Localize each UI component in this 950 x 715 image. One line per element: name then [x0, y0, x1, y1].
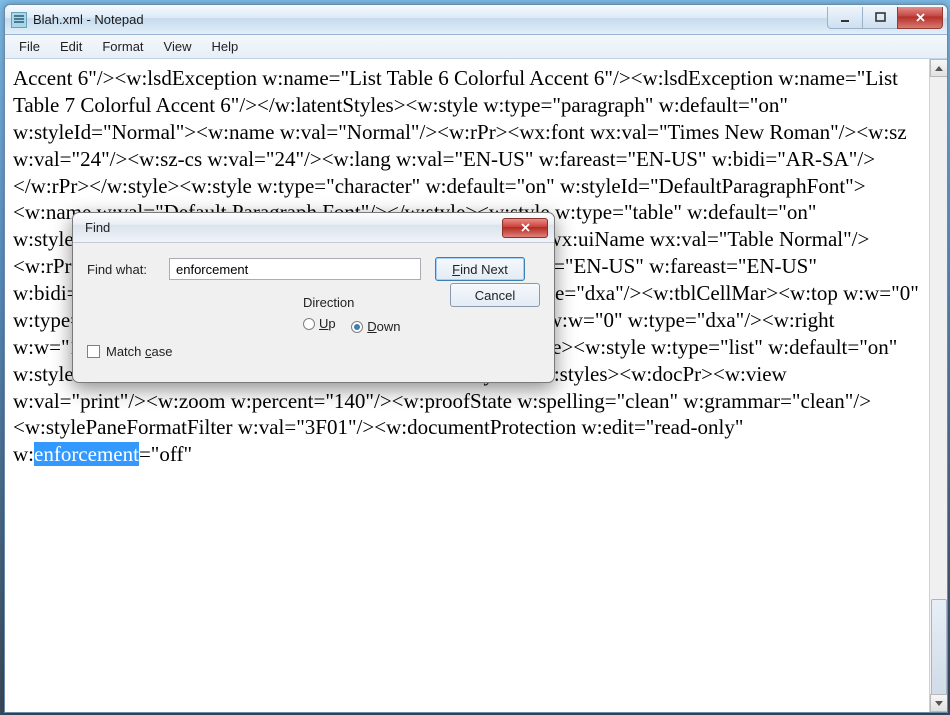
scroll-down-button[interactable]	[930, 694, 947, 712]
direction-down-radio[interactable]: Down	[351, 319, 400, 334]
match-case-label: Match case	[106, 344, 172, 359]
maximize-button[interactable]	[862, 7, 898, 29]
scroll-up-button[interactable]	[930, 59, 947, 77]
titlebar[interactable]: Blah.xml - Notepad	[5, 5, 947, 35]
find-dialog-title: Find	[85, 220, 502, 235]
find-dialog-titlebar[interactable]: Find	[73, 213, 554, 243]
find-what-label: Find what:	[87, 262, 169, 277]
text-post: ="off"	[139, 442, 192, 466]
window-title: Blah.xml - Notepad	[33, 12, 828, 27]
menu-file[interactable]: File	[9, 37, 50, 56]
find-dialog: Find Find what: Find Next Direction Up D…	[72, 212, 555, 383]
find-what-input[interactable]	[169, 258, 421, 280]
text-area[interactable]: Accent 6"/><w:lsdException w:name="List …	[5, 59, 929, 712]
menu-format[interactable]: Format	[92, 37, 153, 56]
selected-text: enforcement	[34, 442, 139, 466]
menubar: File Edit Format View Help	[5, 35, 947, 59]
window-close-button[interactable]	[897, 7, 943, 29]
notepad-icon	[11, 12, 27, 28]
direction-up-radio[interactable]: Up	[303, 316, 336, 331]
menu-help[interactable]: Help	[201, 37, 248, 56]
vertical-scrollbar[interactable]	[929, 59, 947, 712]
direction-label: Direction	[303, 295, 413, 310]
menu-view[interactable]: View	[154, 37, 202, 56]
scroll-thumb[interactable]	[931, 599, 947, 709]
match-case-checkbox[interactable]	[87, 345, 100, 358]
minimize-button[interactable]	[827, 7, 863, 29]
cancel-button[interactable]: Cancel	[450, 283, 540, 307]
menu-edit[interactable]: Edit	[50, 37, 92, 56]
find-dialog-close-button[interactable]	[502, 218, 548, 238]
find-next-button[interactable]: Find Next	[435, 257, 525, 281]
